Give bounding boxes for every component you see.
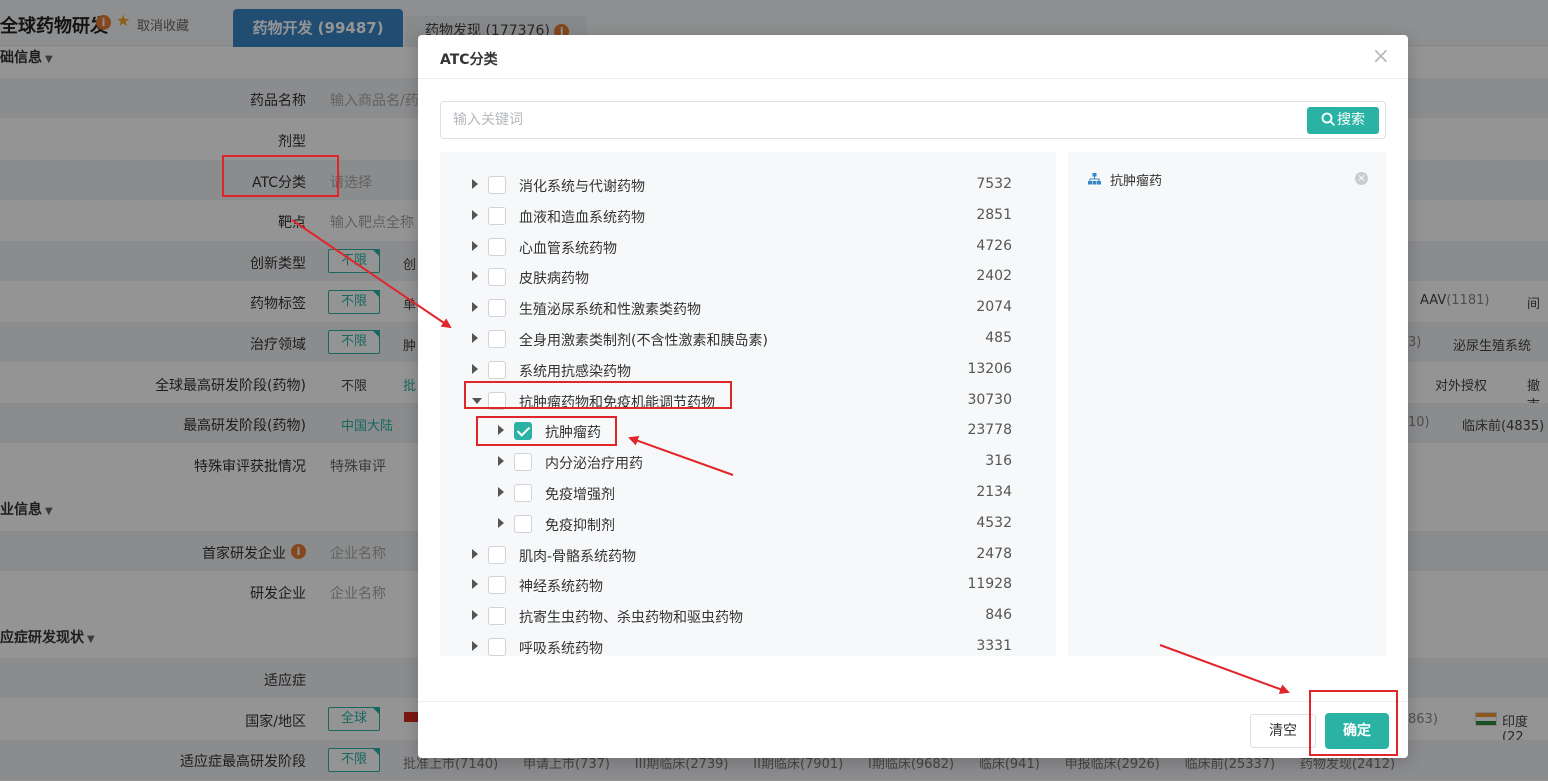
tree-item-label: 血液和造血系统药物 bbox=[519, 209, 645, 226]
tree-item-label: 内分泌治疗用药 bbox=[545, 456, 643, 473]
tree-item-count: 316 bbox=[985, 453, 1012, 470]
tree-item-count: 2074 bbox=[976, 299, 1012, 316]
selected-item-label: 抗肿瘤药 bbox=[1110, 174, 1163, 189]
tree-item-label: 消化系统与代谢药物 bbox=[519, 179, 645, 195]
tree-item-label: 皮肤病药物 bbox=[519, 271, 589, 288]
tree-checkbox[interactable] bbox=[514, 484, 532, 502]
search-button[interactable]: 搜索 bbox=[1307, 107, 1379, 134]
tree-checkbox[interactable] bbox=[488, 299, 506, 318]
caret-right-icon[interactable] bbox=[498, 456, 504, 467]
tree-item-label: 呼吸系统药物 bbox=[519, 641, 603, 656]
clear-button[interactable]: 清空 bbox=[1250, 714, 1316, 748]
tree-row[interactable]: 心血管系统药物 4726 bbox=[440, 232, 1056, 262]
tree-item-count: 4726 bbox=[976, 237, 1012, 254]
tree-row[interactable]: 抗肿瘤药 23778 bbox=[440, 416, 1056, 446]
tree-checkbox[interactable] bbox=[488, 237, 506, 256]
tree-item-count: 13206 bbox=[967, 360, 1012, 377]
dialog-title: ATC分类 bbox=[440, 52, 498, 68]
tree-item-count: 2478 bbox=[976, 545, 1012, 562]
caret-right-icon[interactable] bbox=[472, 579, 478, 590]
tree-item-count: 2402 bbox=[976, 268, 1012, 285]
tree-checkbox[interactable] bbox=[488, 206, 506, 225]
caret-right-icon[interactable] bbox=[498, 487, 504, 497]
tree-item-count: 4532 bbox=[976, 514, 1012, 531]
tree-row[interactable]: 肌肉-骨骼系统药物 2478 bbox=[440, 540, 1056, 570]
tree-row[interactable]: 皮肤病药物 2402 bbox=[440, 262, 1056, 292]
tree-row[interactable]: 血液和造血系统药物 2851 bbox=[440, 201, 1056, 231]
tree-item-count: 846 bbox=[985, 607, 1012, 624]
caret-right-icon[interactable] bbox=[472, 209, 478, 220]
close-icon[interactable]: × bbox=[1372, 44, 1390, 69]
search-button-label: 搜索 bbox=[1337, 112, 1365, 128]
tree-item-count: 30730 bbox=[967, 391, 1012, 408]
caret-right-icon[interactable] bbox=[472, 333, 478, 343]
tree-item-count: 23778 bbox=[967, 422, 1012, 439]
tree-row[interactable]: 消化系统与代谢药物 7532 bbox=[440, 170, 1056, 200]
tree-item-label: 抗肿瘤药 bbox=[545, 425, 601, 442]
tree-item-label: 抗寄生虫药物、杀虫药物和驱虫药物 bbox=[519, 610, 743, 627]
tree-checkbox[interactable] bbox=[488, 607, 506, 626]
keyword-search-input[interactable] bbox=[453, 110, 1273, 130]
tree-row[interactable]: 免疫抑制剂 4532 bbox=[440, 509, 1056, 539]
tree-item-label: 抗肿瘤药物和免疫机能调节药物 bbox=[519, 394, 715, 411]
dialog-footer: 清空 确定 bbox=[418, 701, 1408, 758]
caret-right-icon[interactable] bbox=[498, 517, 504, 528]
tree-item-count: 11928 bbox=[967, 576, 1012, 593]
atc-tree[interactable]: 消化系统与代谢药物 7532 血液和造血系统药物 2851 心血管系统药物 4726 皮肤病… bbox=[440, 152, 1056, 656]
tree-item-count: 485 bbox=[985, 330, 1012, 346]
tree-checkbox[interactable] bbox=[514, 453, 532, 472]
tree-item-count: 2134 bbox=[976, 484, 1012, 500]
tree-checkbox[interactable] bbox=[488, 576, 506, 595]
tree-checkbox[interactable] bbox=[488, 391, 506, 410]
atc-dialog: ATC分类 × 搜索 消化系统与代谢药物 7532 血液和造血系统药物 2851 心血管… bbox=[418, 35, 1408, 758]
caret-right-icon[interactable] bbox=[472, 179, 478, 189]
search-box: 搜索 bbox=[440, 101, 1386, 139]
tree-checkbox[interactable] bbox=[488, 268, 506, 287]
dialog-header: ATC分类 × bbox=[418, 35, 1408, 79]
tree-item-label: 免疫抑制剂 bbox=[545, 517, 615, 534]
selected-item: 抗肿瘤药 × bbox=[1088, 170, 1368, 190]
tree-row[interactable]: 免疫增强剂 2134 bbox=[440, 478, 1056, 508]
caret-right-icon[interactable] bbox=[472, 271, 478, 282]
caret-right-icon[interactable] bbox=[472, 548, 478, 559]
tree-item-label: 肌肉-骨骼系统药物 bbox=[519, 548, 637, 565]
tree-item-count: 3331 bbox=[976, 638, 1012, 654]
tree-item-label: 全身用激素类制剂(不含性激素和胰岛素) bbox=[519, 333, 768, 349]
tree-item-label: 系统用抗感染药物 bbox=[519, 363, 631, 380]
tree-row[interactable]: 生殖泌尿系统和性激素类药物 2074 bbox=[440, 293, 1056, 323]
tree-item-label: 心血管系统药物 bbox=[519, 240, 617, 257]
confirm-button[interactable]: 确定 bbox=[1325, 713, 1389, 749]
tree-item-label: 神经系统药物 bbox=[519, 579, 603, 596]
tree-item-label: 生殖泌尿系统和性激素类药物 bbox=[519, 302, 701, 319]
tree-item-count: 2851 bbox=[976, 206, 1012, 223]
tree-row[interactable]: 系统用抗感染药物 13206 bbox=[440, 355, 1056, 385]
tree-row[interactable]: 抗寄生虫药物、杀虫药物和驱虫药物 846 bbox=[440, 601, 1056, 631]
remove-icon[interactable]: × bbox=[1355, 172, 1368, 185]
caret-down-icon[interactable] bbox=[472, 397, 482, 404]
selected-items-panel: 抗肿瘤药 × bbox=[1068, 152, 1386, 656]
tree-item-label: 免疫增强剂 bbox=[545, 487, 615, 503]
tree-checkbox[interactable] bbox=[488, 176, 506, 194]
hierarchy-icon bbox=[1088, 173, 1101, 185]
tree-checkbox[interactable] bbox=[488, 545, 506, 564]
tree-row[interactable]: 全身用激素类制剂(不含性激素和胰岛素) 485 bbox=[440, 324, 1056, 354]
tree-row[interactable]: 内分泌治疗用药 316 bbox=[440, 447, 1056, 477]
caret-right-icon[interactable] bbox=[472, 363, 478, 374]
tree-row[interactable]: 神经系统药物 11928 bbox=[440, 570, 1056, 600]
caret-right-icon[interactable] bbox=[472, 302, 478, 313]
caret-right-icon[interactable] bbox=[472, 240, 478, 251]
tree-checkbox[interactable] bbox=[514, 422, 532, 441]
search-icon bbox=[1321, 112, 1335, 126]
tree-row[interactable]: 抗肿瘤药物和免疫机能调节药物 30730 bbox=[440, 386, 1056, 416]
tree-checkbox[interactable] bbox=[488, 360, 506, 379]
tree-checkbox[interactable] bbox=[488, 638, 506, 656]
tree-row[interactable]: 呼吸系统药物 3331 bbox=[440, 632, 1056, 656]
tree-checkbox[interactable] bbox=[488, 330, 506, 348]
caret-right-icon[interactable] bbox=[472, 610, 478, 621]
tree-item-count: 7532 bbox=[976, 176, 1012, 192]
tree-checkbox[interactable] bbox=[514, 514, 532, 533]
caret-right-icon[interactable] bbox=[472, 641, 478, 651]
caret-right-icon[interactable] bbox=[498, 425, 504, 436]
